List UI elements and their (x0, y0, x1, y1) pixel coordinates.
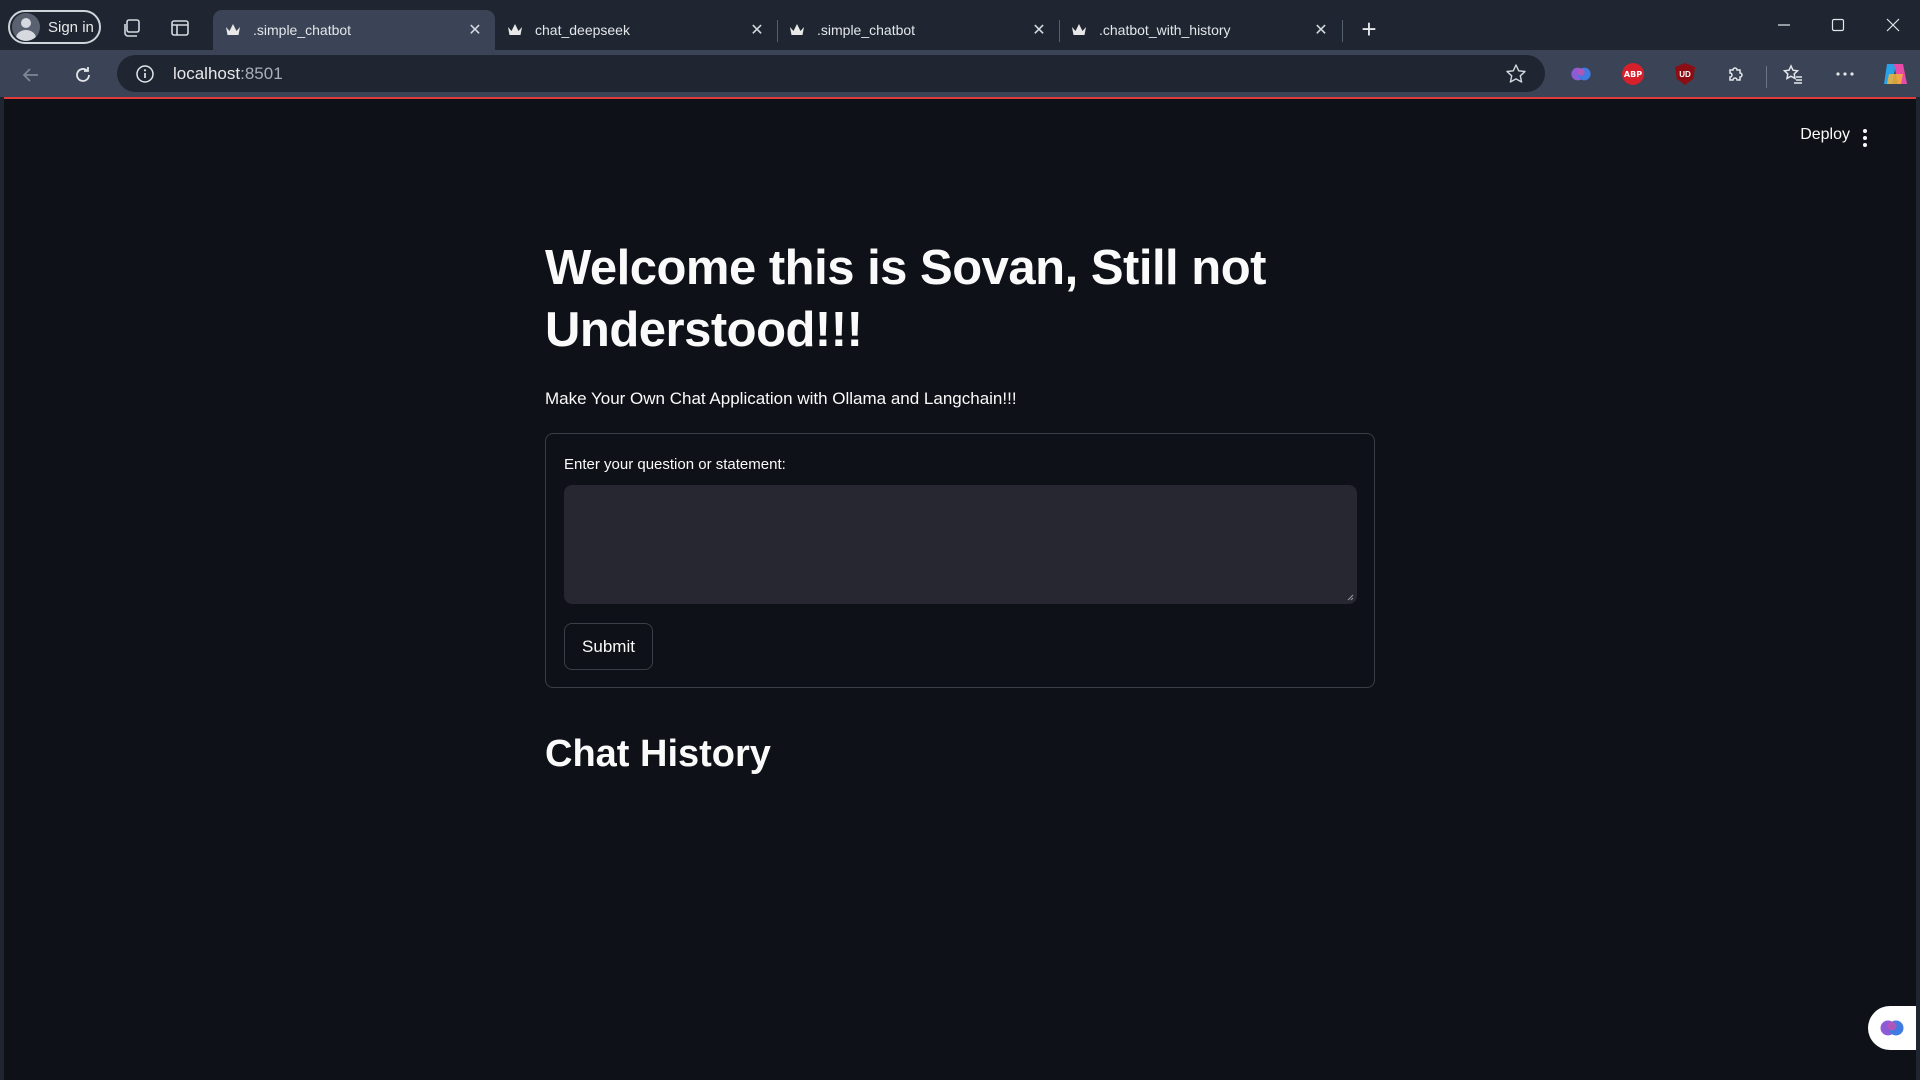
copilot-icon (1884, 64, 1907, 84)
streamlit-crown-icon (1072, 24, 1086, 35)
reload-button[interactable] (68, 60, 98, 90)
url-host: localhost (173, 63, 241, 83)
maximize-icon (1831, 18, 1845, 32)
streamlit-crown-icon (508, 24, 522, 35)
extensions-puzzle-icon (1729, 67, 1743, 81)
chat-history-heading: Chat History (545, 733, 771, 775)
favorites-button[interactable] (1778, 59, 1808, 89)
browser-titlebar: Sign in .simple_chatbot ✕ chat_deepseek … (0, 0, 1920, 50)
profile-avatar-icon (12, 13, 40, 41)
streamlit-crown-icon (226, 24, 240, 35)
tab-simple-chatbot-1[interactable]: .simple_chatbot ✕ (213, 10, 495, 50)
streamlit-crown-icon (790, 24, 804, 35)
ublock-origin-icon: UD (1675, 63, 1695, 85)
back-arrow-icon (22, 68, 38, 82)
page-caption: Make Your Own Chat Application with Olla… (545, 389, 1017, 408)
workspaces-icon[interactable] (121, 17, 143, 39)
page-title: Welcome this is Sovan, Still not Underst… (545, 241, 1266, 357)
tab-label: .chatbot_with_history (1099, 22, 1231, 38)
copilot-brain-extension[interactable] (1566, 59, 1596, 89)
tab-separator (1342, 20, 1343, 42)
question-textarea[interactable] (564, 485, 1357, 604)
close-tab-icon[interactable]: ✕ (743, 16, 771, 44)
close-tab-icon[interactable]: ✕ (461, 16, 489, 44)
tab-label: .simple_chatbot (253, 22, 352, 38)
kebab-dot (1863, 129, 1867, 133)
favorites-icon (1782, 64, 1802, 84)
deploy-button[interactable]: Deploy (1800, 126, 1850, 144)
favorite-star-icon[interactable] (1505, 63, 1527, 85)
url-port: :8501 (240, 63, 283, 83)
new-tab-button[interactable]: + (1354, 14, 1384, 44)
tab-chat-deepseek[interactable]: chat_deepseek ✕ (495, 10, 777, 50)
question-form: Enter your question or statement: Submit (545, 433, 1375, 688)
close-window-button[interactable] (1866, 10, 1920, 40)
address-bar[interactable]: localhost:8501 (117, 55, 1545, 92)
back-button[interactable] (16, 60, 46, 90)
adblock-plus-icon: ABP (1622, 63, 1644, 85)
minimize-button[interactable] (1757, 10, 1811, 40)
ublock-origin-extension[interactable]: UD (1670, 59, 1700, 89)
tab-simple-chatbot-2[interactable]: .simple_chatbot ✕ (777, 10, 1059, 50)
more-icon (1836, 72, 1854, 76)
adblock-plus-extension[interactable]: ABP (1618, 59, 1648, 89)
minimize-icon (1778, 24, 1790, 26)
copilot-sidebar-button[interactable] (1868, 1006, 1916, 1050)
profile-signin-button[interactable]: Sign in (8, 10, 101, 44)
kebab-dot (1863, 136, 1867, 140)
close-icon (1886, 18, 1900, 32)
brain-icon (1571, 67, 1591, 81)
signin-label: Sign in (48, 18, 94, 36)
resize-handle-icon[interactable] (1346, 593, 1354, 601)
main-content: Welcome this is Sovan, Still not Underst… (545, 237, 1375, 778)
site-info-icon[interactable] (135, 64, 155, 84)
browser-toolbar: localhost:8501 ABP UD (0, 50, 1920, 97)
tab-label: .simple_chatbot (817, 22, 916, 38)
toolbar-separator (1766, 66, 1767, 88)
vertical-tabs-icon[interactable] (169, 17, 191, 39)
tab-chatbot-with-history[interactable]: .chatbot_with_history ✕ (1059, 10, 1341, 50)
close-tab-icon[interactable]: ✕ (1025, 16, 1053, 44)
question-label: Enter your question or statement: (564, 456, 786, 473)
main-menu-button[interactable] (1858, 129, 1872, 147)
brain-icon (1880, 1020, 1904, 1036)
url-text: localhost:8501 (173, 64, 283, 84)
kebab-dot (1863, 143, 1867, 147)
tab-label: chat_deepseek (535, 22, 630, 38)
maximize-button[interactable] (1811, 10, 1865, 40)
more-menu-button[interactable] (1830, 59, 1860, 89)
page-viewport: Deploy Welcome this is Sovan, Still not … (4, 97, 1916, 1080)
submit-button[interactable]: Submit (564, 623, 653, 670)
close-tab-icon[interactable]: ✕ (1307, 16, 1335, 44)
reload-icon (76, 67, 90, 82)
extensions-button[interactable] (1721, 59, 1751, 89)
copilot-button[interactable] (1880, 59, 1910, 89)
